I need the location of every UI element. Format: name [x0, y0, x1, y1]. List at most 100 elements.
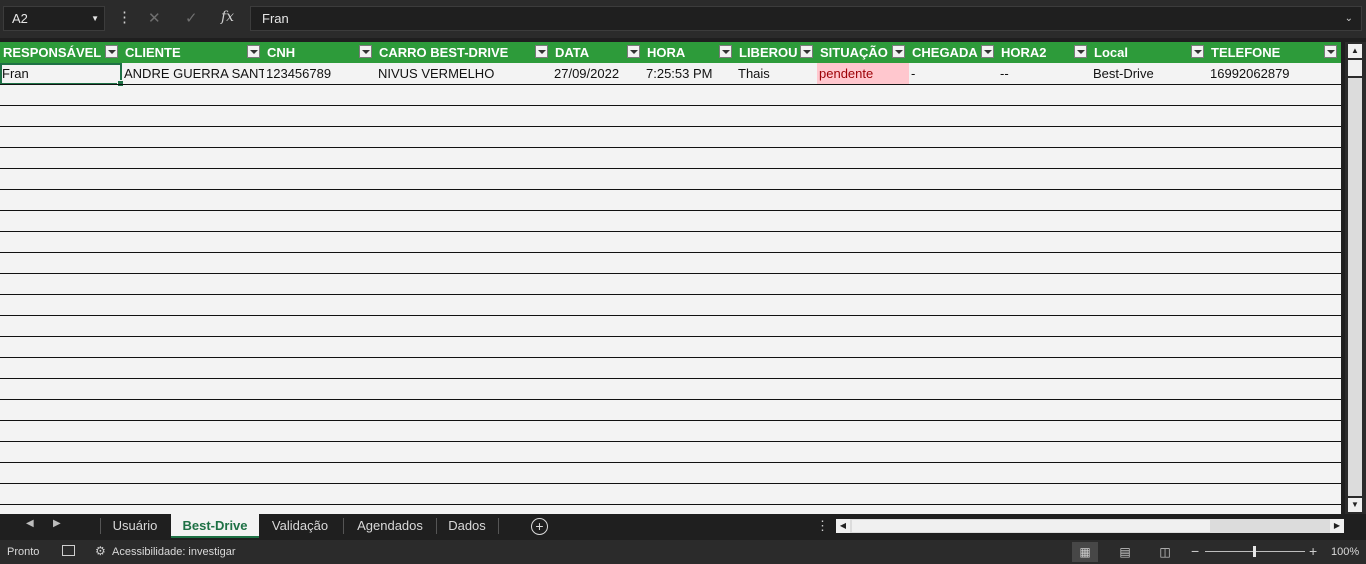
- header-cell[interactable]: CHEGADA: [909, 42, 998, 63]
- status-ready: Pronto: [7, 546, 40, 558]
- filter-dropdown-icon[interactable]: [105, 45, 118, 58]
- tab-usuario[interactable]: Usuário: [104, 514, 166, 538]
- header-cell[interactable]: HORA2: [998, 42, 1091, 63]
- header-cell[interactable]: CARRO BEST-DRIVE: [376, 42, 552, 63]
- table-cell[interactable]: ANDRE GUERRA SANTOS: [122, 63, 264, 84]
- table-cell[interactable]: 16992062879: [1208, 63, 1341, 84]
- filter-dropdown-icon[interactable]: [627, 45, 640, 58]
- sheet-tab-bar: ◀ ▶ Usuário Best-Drive Validação Agendad…: [0, 514, 1366, 540]
- vertical-scroll-track[interactable]: [1348, 78, 1362, 496]
- filter-dropdown-icon[interactable]: [1191, 45, 1204, 58]
- insert-function-icon[interactable]: fx: [221, 9, 234, 25]
- row-divider: [0, 105, 1341, 106]
- table-cell[interactable]: -: [909, 63, 998, 84]
- tab-separator: [100, 518, 101, 534]
- horizontal-scrollbar[interactable]: ◀ ▶: [836, 519, 1344, 533]
- row-divider: [0, 420, 1341, 421]
- row-divider: [0, 504, 1341, 505]
- filter-dropdown-icon[interactable]: [1074, 45, 1087, 58]
- row-divider: [0, 252, 1341, 253]
- accessibility-status[interactable]: Acessibilidade: investigar: [112, 546, 236, 558]
- row-divider: [0, 462, 1341, 463]
- header-cell[interactable]: SITUAÇÃO: [817, 42, 909, 63]
- active-cell-selection: [0, 63, 124, 87]
- filter-dropdown-icon[interactable]: [800, 45, 813, 58]
- more-options-icon[interactable]: ⋮: [117, 8, 132, 26]
- row-divider: [0, 84, 1341, 85]
- row-divider: [0, 357, 1341, 358]
- tab-separator: [436, 518, 437, 534]
- scroll-right-icon[interactable]: ▶: [1330, 519, 1344, 533]
- filter-dropdown-icon[interactable]: [1324, 45, 1337, 58]
- filter-dropdown-icon[interactable]: [359, 45, 372, 58]
- table-cell[interactable]: Thais: [736, 63, 817, 84]
- row-divider: [0, 378, 1341, 379]
- vertical-scrollbar[interactable]: ▲ ▼: [1345, 42, 1366, 514]
- zoom-out-icon[interactable]: −: [1191, 543, 1199, 559]
- table-cell[interactable]: 27/09/2022: [552, 63, 644, 84]
- page-layout-icon[interactable]: ▤: [1112, 542, 1138, 562]
- accessibility-icon[interactable]: ⚙: [95, 544, 106, 558]
- tab-dados[interactable]: Dados: [440, 514, 494, 538]
- header-cell[interactable]: Local: [1091, 42, 1208, 63]
- enter-check-icon[interactable]: ✓: [185, 9, 198, 27]
- row-divider: [0, 126, 1341, 127]
- name-box[interactable]: A2 ▼: [3, 6, 105, 31]
- header-cell[interactable]: HORA: [644, 42, 736, 63]
- prev-sheet-icon[interactable]: ◀: [26, 518, 34, 529]
- formula-value: Fran: [262, 11, 289, 26]
- row-divider: [0, 294, 1341, 295]
- scroll-left-icon[interactable]: ◀: [836, 519, 850, 533]
- header-cell[interactable]: TELEFONE: [1208, 42, 1341, 63]
- status-cell[interactable]: pendente: [817, 63, 909, 84]
- filter-dropdown-icon[interactable]: [719, 45, 732, 58]
- table-cell[interactable]: NIVUS VERMELHO: [376, 63, 552, 84]
- row-divider: [0, 399, 1341, 400]
- next-sheet-icon[interactable]: ▶: [53, 518, 61, 529]
- expand-formula-icon[interactable]: ⌄: [1345, 7, 1353, 30]
- scroll-up-icon[interactable]: ▲: [1348, 44, 1362, 58]
- table-header-row: RESPONSÁVEL CLIENTE CNH CARRO BEST-DRIVE…: [0, 42, 1341, 63]
- zoom-in-icon[interactable]: +: [1309, 543, 1317, 559]
- name-box-value: A2: [12, 11, 28, 26]
- table-cell[interactable]: Best-Drive: [1091, 63, 1208, 84]
- row-divider: [0, 273, 1341, 274]
- header-cell[interactable]: CLIENTE: [122, 42, 264, 63]
- header-cell[interactable]: LIBEROU: [736, 42, 817, 63]
- vertical-scroll-thumb[interactable]: [1348, 60, 1362, 76]
- normal-view-icon[interactable]: ▦: [1072, 542, 1098, 562]
- macro-recording-icon[interactable]: [62, 545, 75, 556]
- tab-best-drive[interactable]: Best-Drive: [171, 514, 259, 538]
- cancel-icon[interactable]: ✕: [148, 9, 161, 27]
- header-cell[interactable]: CNH: [264, 42, 376, 63]
- horizontal-scroll-thumb[interactable]: [852, 520, 1210, 532]
- row-divider: [0, 168, 1341, 169]
- add-sheet-icon[interactable]: +: [531, 518, 548, 535]
- row-divider: [0, 231, 1341, 232]
- formula-bar: A2 ▼ ⋮ ✕ ✓ fx Fran ⌄: [0, 0, 1366, 38]
- page-break-preview-icon[interactable]: ◫: [1152, 542, 1178, 562]
- chevron-down-icon[interactable]: ▼: [91, 7, 99, 30]
- tab-separator: [343, 518, 344, 534]
- zoom-slider-thumb[interactable]: [1253, 546, 1256, 557]
- filter-dropdown-icon[interactable]: [981, 45, 994, 58]
- filter-dropdown-icon[interactable]: [247, 45, 260, 58]
- row-divider: [0, 147, 1341, 148]
- tab-agendados[interactable]: Agendados: [347, 514, 433, 538]
- row-divider: [0, 483, 1341, 484]
- table-cell[interactable]: 7:25:53 PM: [644, 63, 736, 84]
- more-options-icon[interactable]: ⋮: [816, 518, 829, 534]
- filter-dropdown-icon[interactable]: [535, 45, 548, 58]
- table-cell[interactable]: --: [998, 63, 1091, 84]
- spreadsheet-grid[interactable]: RESPONSÁVEL CLIENTE CNH CARRO BEST-DRIVE…: [0, 42, 1341, 514]
- header-cell[interactable]: RESPONSÁVEL: [0, 42, 122, 63]
- filter-dropdown-icon[interactable]: [892, 45, 905, 58]
- header-cell[interactable]: DATA: [552, 42, 644, 63]
- zoom-level[interactable]: 100%: [1331, 546, 1359, 558]
- formula-input[interactable]: Fran ⌄: [250, 6, 1362, 31]
- tab-validacao[interactable]: Validação: [262, 514, 338, 538]
- table-cell[interactable]: 123456789: [264, 63, 376, 84]
- row-divider: [0, 441, 1341, 442]
- scroll-down-icon[interactable]: ▼: [1348, 498, 1362, 512]
- row-divider: [0, 315, 1341, 316]
